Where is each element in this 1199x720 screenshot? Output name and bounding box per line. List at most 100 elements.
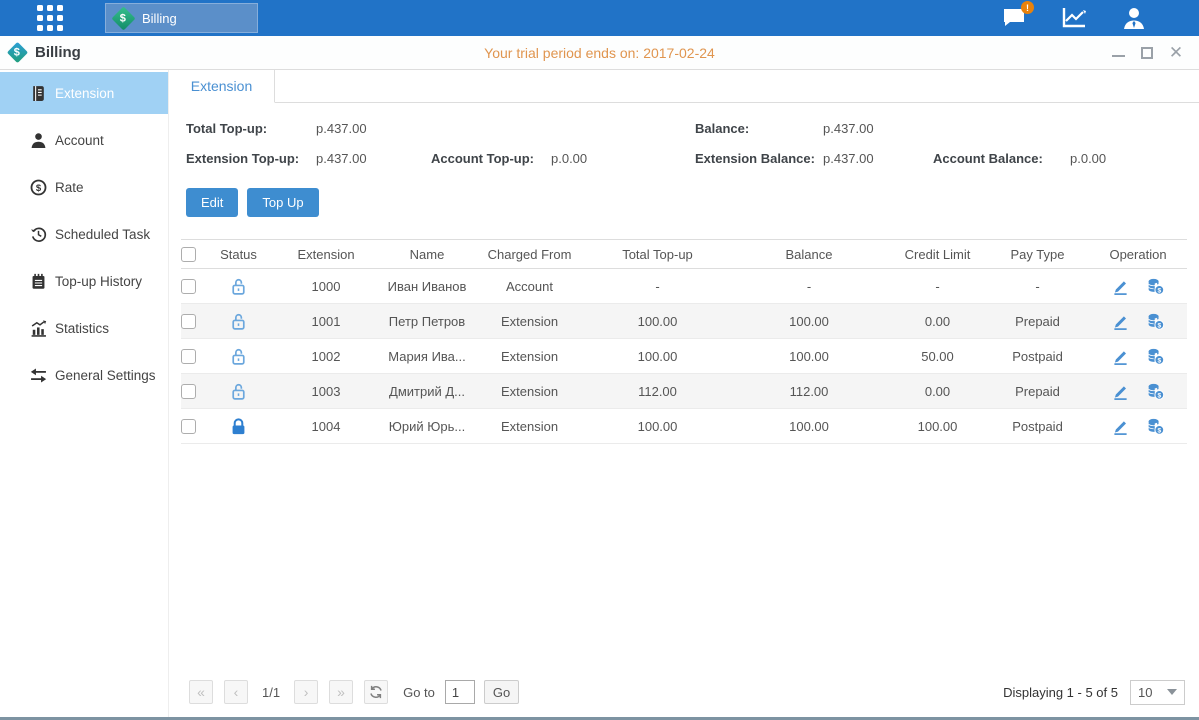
taskbar-tab-billing[interactable]: $ Billing bbox=[105, 3, 258, 33]
cell-balance: 100.00 bbox=[729, 349, 889, 364]
edit-button[interactable]: Edit bbox=[186, 188, 238, 217]
sidebar-item-label: Top-up History bbox=[55, 274, 142, 289]
sidebar-item-label: Account bbox=[55, 133, 104, 148]
table-row: 1004Юрий Юрь...Extension100.00100.00100.… bbox=[181, 409, 1187, 444]
page-size-value: 10 bbox=[1138, 685, 1152, 700]
topup-coins-icon[interactable]: $ bbox=[1146, 382, 1165, 401]
row-checkbox[interactable] bbox=[181, 279, 206, 294]
next-page-button[interactable]: › bbox=[294, 680, 318, 704]
cell-pay-type: Postpaid bbox=[986, 419, 1089, 434]
cell-name: Юрий Юрь... bbox=[381, 419, 473, 434]
billing-diamond-icon: $ bbox=[111, 6, 135, 30]
table-row: 1001Петр ПетровExtension100.00100.000.00… bbox=[181, 304, 1187, 339]
cell-charged-from: Extension bbox=[473, 314, 586, 329]
topup-history-icon bbox=[30, 273, 47, 290]
extension-topup-value: p.437.00 bbox=[316, 151, 431, 166]
topup-coins-icon[interactable]: $ bbox=[1146, 277, 1165, 296]
edit-icon[interactable] bbox=[1111, 417, 1130, 436]
cell-balance: - bbox=[729, 279, 889, 294]
window-title: Billing bbox=[35, 44, 81, 61]
rate-icon: $ bbox=[30, 179, 47, 196]
cell-charged-from: Account bbox=[473, 279, 586, 294]
edit-icon[interactable] bbox=[1111, 347, 1130, 366]
message-icon[interactable]: ! bbox=[1001, 6, 1027, 30]
sidebar-item-scheduled-task[interactable]: Scheduled Task bbox=[0, 213, 168, 255]
first-page-button[interactable]: « bbox=[189, 680, 213, 704]
statistics-icon bbox=[30, 320, 47, 337]
maximize-button[interactable] bbox=[1141, 47, 1153, 59]
notification-badge: ! bbox=[1021, 1, 1034, 14]
edit-icon[interactable] bbox=[1111, 277, 1130, 296]
row-checkbox[interactable] bbox=[181, 349, 206, 364]
status-unlocked-icon bbox=[206, 382, 271, 401]
chevron-down-icon bbox=[1167, 689, 1177, 695]
sidebar-item-label: General Settings bbox=[55, 368, 156, 383]
status-unlocked-icon bbox=[206, 312, 271, 331]
column-header-operation: Operation bbox=[1089, 247, 1187, 262]
cell-pay-type: Prepaid bbox=[986, 384, 1089, 399]
cell-name: Иван Иванов bbox=[381, 279, 473, 294]
chart-icon[interactable] bbox=[1061, 6, 1087, 30]
status-unlocked-icon bbox=[206, 277, 271, 296]
extension-balance-value: p.437.00 bbox=[823, 151, 933, 166]
go-button[interactable]: Go bbox=[484, 680, 519, 704]
column-header-pay-type: Pay Type bbox=[986, 247, 1089, 262]
select-all-checkbox[interactable] bbox=[181, 247, 206, 262]
account-topup-label: Account Top-up: bbox=[431, 151, 551, 166]
cell-credit-limit: 100.00 bbox=[889, 419, 986, 434]
app-launcher-icon[interactable] bbox=[37, 5, 63, 31]
svg-text:$: $ bbox=[1157, 427, 1161, 434]
sidebar-item-account[interactable]: Account bbox=[0, 119, 168, 161]
cell-extension: 1004 bbox=[271, 419, 381, 434]
sidebar: Extension Account $ Rate Scheduled Task Top-u… bbox=[0, 70, 168, 717]
minimize-button[interactable] bbox=[1112, 49, 1125, 57]
refresh-icon[interactable] bbox=[364, 680, 388, 704]
edit-icon[interactable] bbox=[1111, 312, 1130, 331]
cell-name: Дмитрий Д... bbox=[381, 384, 473, 399]
cell-pay-type: - bbox=[986, 279, 1089, 294]
topup-coins-icon[interactable]: $ bbox=[1146, 312, 1165, 331]
row-checkbox[interactable] bbox=[181, 384, 206, 399]
status-unlocked-icon bbox=[206, 347, 271, 366]
sidebar-item-statistics[interactable]: Statistics bbox=[0, 307, 168, 349]
account-balance-label: Account Balance: bbox=[933, 151, 1070, 166]
last-page-button[interactable]: » bbox=[329, 680, 353, 704]
row-checkbox[interactable] bbox=[181, 419, 206, 434]
edit-icon[interactable] bbox=[1111, 382, 1130, 401]
sidebar-item-general-settings[interactable]: General Settings bbox=[0, 354, 168, 396]
window-titlebar: $ Billing Your trial period ends on: 201… bbox=[0, 36, 1199, 70]
sidebar-item-top-up-history[interactable]: Top-up History bbox=[0, 260, 168, 302]
app-diamond-icon: $ bbox=[7, 42, 28, 63]
svg-text:$: $ bbox=[1157, 287, 1161, 294]
tab-extension[interactable]: Extension bbox=[169, 70, 275, 103]
cell-credit-limit: 50.00 bbox=[889, 349, 986, 364]
table-row: 1000Иван ИвановAccount----$ bbox=[181, 269, 1187, 304]
cell-extension: 1003 bbox=[271, 384, 381, 399]
cell-balance: 100.00 bbox=[729, 314, 889, 329]
cell-credit-limit: 0.00 bbox=[889, 314, 986, 329]
row-checkbox[interactable] bbox=[181, 314, 206, 329]
goto-page-input[interactable] bbox=[445, 680, 475, 704]
cell-operation: $ bbox=[1089, 417, 1187, 436]
user-icon[interactable] bbox=[1121, 6, 1147, 30]
close-button[interactable]: ✕ bbox=[1169, 46, 1183, 60]
balance-summary: Total Top-up: p.437.00 Balance: p.437.00… bbox=[169, 103, 1199, 181]
goto-label: Go to bbox=[403, 685, 435, 700]
account-balance-value: p.0.00 bbox=[1070, 151, 1106, 166]
sidebar-item-rate[interactable]: $ Rate bbox=[0, 166, 168, 208]
table-row: 1002Мария Ива...Extension100.00100.0050.… bbox=[181, 339, 1187, 374]
sidebar-item-label: Rate bbox=[55, 180, 84, 195]
page-size-select[interactable]: 10 bbox=[1130, 680, 1185, 705]
topup-button[interactable]: Top Up bbox=[247, 188, 318, 217]
prev-page-button[interactable]: ‹ bbox=[224, 680, 248, 704]
cell-operation: $ bbox=[1089, 277, 1187, 296]
topup-coins-icon[interactable]: $ bbox=[1146, 347, 1165, 366]
cell-balance: 112.00 bbox=[729, 384, 889, 399]
sidebar-item-extension[interactable]: Extension bbox=[0, 72, 168, 114]
table-row: 1003Дмитрий Д...Extension112.00112.000.0… bbox=[181, 374, 1187, 409]
topup-coins-icon[interactable]: $ bbox=[1146, 417, 1165, 436]
svg-text:$: $ bbox=[1157, 392, 1161, 399]
cell-pay-type: Prepaid bbox=[986, 314, 1089, 329]
page-indicator: 1/1 bbox=[262, 685, 280, 700]
table-header-row: StatusExtensionNameCharged FromTotal Top… bbox=[181, 239, 1187, 269]
